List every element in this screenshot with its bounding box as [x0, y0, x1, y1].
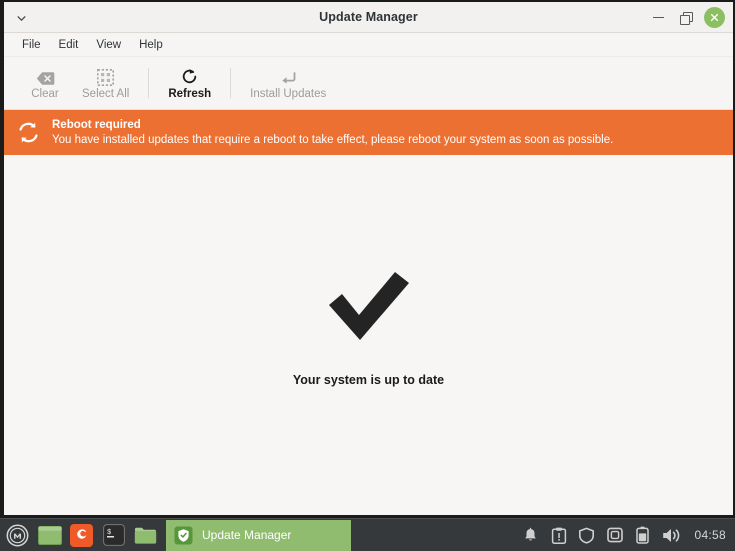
- install-updates-button-label: Install Updates: [250, 87, 327, 100]
- update-manager-window: Update Manager File Edit View Help Clear…: [0, 0, 735, 518]
- minimize-icon: [652, 16, 664, 19]
- window-title: Update Manager: [319, 10, 418, 24]
- svg-text:$: $: [107, 529, 111, 537]
- notifications-bell-icon[interactable]: [521, 526, 540, 545]
- refresh-button[interactable]: Refresh: [158, 59, 221, 107]
- select-all-button[interactable]: Select All: [72, 59, 139, 107]
- refresh-button-label: Refresh: [168, 87, 212, 100]
- minimize-button[interactable]: [645, 5, 671, 31]
- taskbar-launchers: $: [0, 522, 159, 549]
- close-icon: [703, 7, 725, 28]
- task-button-update-manager[interactable]: Update Manager: [166, 519, 351, 551]
- update-manager-clipboard-icon[interactable]: [549, 526, 568, 545]
- backspace-delete-icon: [36, 66, 55, 86]
- clear-button[interactable]: Clear: [18, 59, 72, 107]
- task-button-label: Update Manager: [202, 528, 292, 542]
- screen: Update Manager File Edit View Help Clear…: [0, 0, 735, 551]
- taskbar-clock[interactable]: 04:58: [694, 528, 726, 542]
- menubar: File Edit View Help: [4, 33, 733, 57]
- menu-item-file[interactable]: File: [14, 37, 49, 53]
- select-all-button-label: Select All: [82, 87, 130, 100]
- toolbar-separator-2: [230, 68, 232, 98]
- return-arrow-icon: [280, 66, 297, 86]
- banner-text: Reboot required You have installed updat…: [52, 118, 613, 147]
- maximize-restore-icon: [680, 11, 693, 25]
- removable-drive-icon[interactable]: [605, 526, 624, 545]
- select-all-dotted-box-icon: [97, 66, 115, 86]
- menu-item-edit[interactable]: Edit: [51, 37, 87, 53]
- banner-message: You have installed updates that require …: [52, 134, 614, 146]
- close-button[interactable]: [701, 5, 727, 31]
- menu-item-help[interactable]: Help: [131, 37, 171, 53]
- taskbar: $ Update Manager 04:58: [0, 518, 735, 551]
- mint-menu-icon[interactable]: [4, 522, 31, 549]
- install-updates-button[interactable]: Install Updates: [240, 59, 336, 107]
- files-icon[interactable]: [132, 522, 159, 549]
- toolbar: Clear Select All Refresh Install Updates: [4, 57, 733, 110]
- reboot-sync-arrows-icon: [16, 120, 41, 145]
- terminal-icon[interactable]: $: [100, 522, 127, 549]
- banner-title: Reboot required: [52, 119, 141, 131]
- firefox-icon[interactable]: [68, 522, 95, 549]
- shield-icon[interactable]: [577, 526, 596, 545]
- system-tray: 04:58: [521, 526, 735, 545]
- battery-icon[interactable]: [633, 526, 652, 545]
- show-desktop-icon[interactable]: [36, 522, 63, 549]
- volume-speaker-icon[interactable]: [661, 526, 683, 545]
- content-area: Your system is up to date: [4, 155, 733, 515]
- titlebar[interactable]: Update Manager: [4, 2, 733, 33]
- window-controls: [645, 2, 727, 33]
- checkmark-icon: [321, 267, 417, 343]
- menu-item-view[interactable]: View: [88, 37, 129, 53]
- clear-button-label: Clear: [31, 87, 59, 100]
- maximize-button[interactable]: [673, 5, 699, 31]
- refresh-circular-arrow-icon: [180, 66, 199, 86]
- window-menu-button[interactable]: [4, 2, 38, 33]
- status-message: Your system is up to date: [292, 373, 445, 387]
- reboot-required-banner: Reboot required You have installed updat…: [4, 110, 733, 155]
- chevron-down-icon: [16, 8, 26, 26]
- update-manager-shield-icon: [174, 526, 193, 545]
- toolbar-separator: [148, 68, 150, 98]
